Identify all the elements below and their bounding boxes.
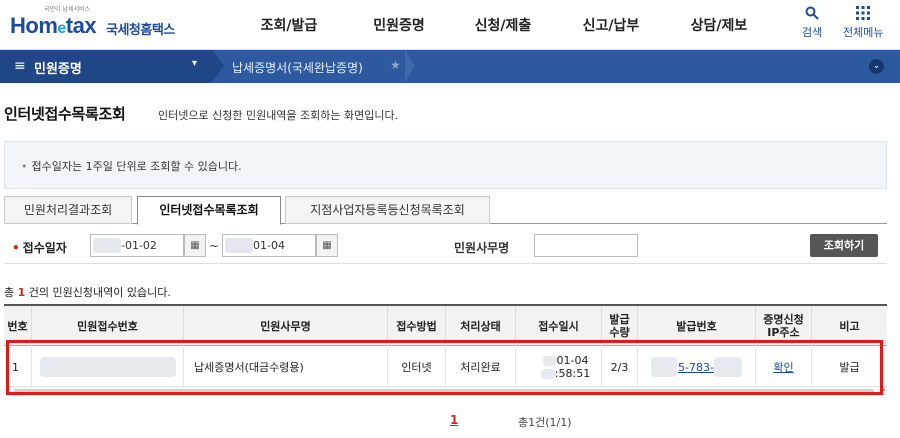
breadcrumb-end-divider bbox=[405, 50, 415, 82]
date-from-input[interactable]: -01-02 bbox=[90, 234, 184, 257]
office-name-label: 민원사무명 bbox=[454, 241, 510, 255]
search-button[interactable]: 조회하기 bbox=[810, 234, 878, 257]
all-menu-label: 전체메뉴 bbox=[843, 26, 884, 39]
date-to-input[interactable]: 01-04 bbox=[222, 234, 316, 257]
tab-result-inquiry[interactable]: 민원처리결과조회 bbox=[4, 196, 132, 224]
all-menu-button[interactable]: 전체메뉴 bbox=[843, 6, 883, 40]
search-icon bbox=[802, 6, 822, 24]
search-form: • 접수일자 -01-02 ▦ ~ 01-04 ▦ 민원사무명 조회하기 bbox=[4, 228, 887, 264]
nav-item-report[interactable]: 신고/납부 bbox=[556, 15, 666, 35]
date-label: • 접수일자 bbox=[12, 241, 67, 255]
highlight-annotation bbox=[6, 340, 883, 395]
pagination-total: 총1건(1/1) bbox=[518, 416, 572, 429]
global-nav: 조회/발급 민원증명 신청/제출 신고/납부 상담/제보 bbox=[230, 15, 772, 35]
nav-item-application[interactable]: 신청/제출 bbox=[450, 15, 556, 35]
nav-item-certificate[interactable]: 민원증명 bbox=[348, 15, 450, 35]
calendar-icon[interactable]: ▦ bbox=[184, 234, 206, 257]
nav-item-inquiry[interactable]: 조회/발급 bbox=[230, 15, 348, 35]
tab-internet-receipt[interactable]: 인터넷접수목록조회 bbox=[137, 196, 281, 225]
nav-item-consult[interactable]: 상담/제보 bbox=[666, 15, 772, 35]
search-label: 검색 bbox=[802, 26, 823, 39]
calendar-icon[interactable]: ▦ bbox=[316, 234, 338, 257]
page-title: 인터넷접수목록조회 bbox=[4, 105, 126, 123]
menu-category-label: 민원증명 bbox=[34, 62, 82, 77]
bullet-icon: • bbox=[21, 160, 28, 173]
info-text-value: 접수일자는 1주일 단위로 조회할 수 있습니다. bbox=[31, 160, 242, 173]
redacted-year bbox=[93, 238, 121, 253]
date-to-value: 01-04 bbox=[253, 239, 285, 252]
tab-bar: 민원처리결과조회 인터넷접수목록조회 지점사업자등록등신청목록조회 bbox=[4, 196, 887, 225]
expand-circle-icon[interactable]: ⌄ bbox=[869, 59, 884, 74]
date-range-separator: ~ bbox=[209, 239, 220, 253]
redacted-year bbox=[225, 238, 253, 253]
top-header: 국민이 납세서비스 Hometax 국세청홈택스 조회/발급 민원증명 신청/제… bbox=[0, 0, 900, 50]
info-text: • 접수일자는 1주일 단위로 조회할 수 있습니다. bbox=[21, 158, 242, 174]
logo-nts: 국세청홈택스 bbox=[106, 23, 175, 38]
pagination-page[interactable]: 1 bbox=[450, 413, 458, 427]
breadcrumb-current[interactable]: 납세증명서(국세완납증명) bbox=[232, 59, 363, 76]
info-box: • 접수일자는 1주일 단위로 조회할 수 있습니다. bbox=[4, 141, 887, 189]
breadcrumb-divider bbox=[212, 50, 224, 82]
grid-icon bbox=[843, 6, 883, 24]
chevron-down-icon: ▾ bbox=[192, 58, 198, 69]
search-shortcut[interactable]: 검색 bbox=[802, 6, 822, 40]
menu-category[interactable]: ≡ 민원증명 ▾ bbox=[0, 50, 212, 83]
page-subtitle: 인터넷으로 신청한 민원내역을 조회하는 화면입니다. bbox=[158, 109, 399, 122]
hometax-logo[interactable]: 국민이 납세서비스 Hometax 국세청홈택스 bbox=[6, 4, 196, 46]
logo-wordmark: Hometax bbox=[10, 13, 97, 38]
result-count: 총 1 건의 민원신청내역이 있습니다. bbox=[4, 286, 171, 299]
breadcrumb-bar: ≡ 민원증명 ▾ 납세증명서(국세완납증명) ★ ⌄ bbox=[0, 50, 900, 83]
star-icon[interactable]: ★ bbox=[390, 58, 401, 72]
hamburger-icon: ≡ bbox=[14, 58, 26, 74]
tab-branch-registration[interactable]: 지점사업자등록등신청목록조회 bbox=[285, 196, 490, 224]
logo-tagline: 국민이 납세서비스 bbox=[44, 6, 91, 13]
office-name-input[interactable] bbox=[534, 234, 638, 257]
date-from-value: -01-02 bbox=[121, 239, 157, 252]
receipt-table: 번호 민원접수번호 민원사무명 접수방법 처리상태 접수일시 발급 수량 발급번… bbox=[4, 304, 887, 396]
